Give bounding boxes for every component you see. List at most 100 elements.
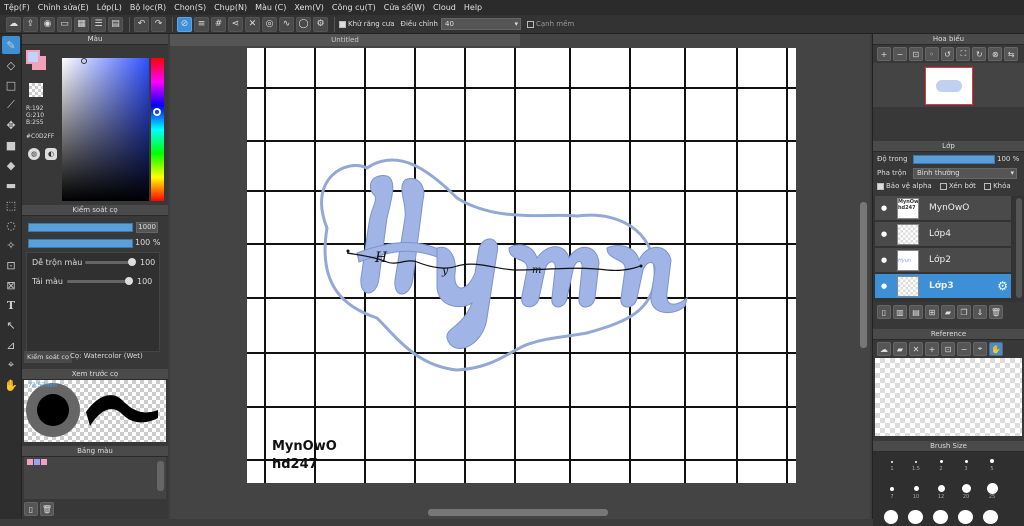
brush-size-cell[interactable]: 2: [936, 466, 946, 472]
eye-icon[interactable]: ●: [879, 229, 889, 239]
transparent-color[interactable]: [29, 83, 43, 97]
bucket-tool-icon[interactable]: ◆: [2, 156, 20, 174]
layer-item[interactable]: ● Lớp4: [875, 222, 1011, 247]
trash-icon[interactable]: 🗑: [40, 502, 54, 516]
horizontal-scrollbar[interactable]: [428, 509, 608, 516]
duplicate-layer-icon[interactable]: ❐: [957, 305, 971, 319]
drawing-canvas[interactable]: H y m MynOwO hd247: [247, 48, 796, 483]
fullscreen-icon[interactable]: ⛶: [956, 47, 971, 61]
brush-opacity-slider[interactable]: [28, 239, 133, 248]
brush-control-tab[interactable]: Kiểm soát cọ: [24, 351, 72, 363]
fit-icon[interactable]: ⊡: [908, 47, 923, 61]
undo-icon[interactable]: ↶: [134, 16, 149, 32]
zoom-in-icon[interactable]: +: [925, 342, 939, 356]
menu-view[interactable]: Xem(V): [294, 3, 324, 12]
rotate-left-icon[interactable]: ↺: [940, 47, 955, 61]
cloud-icon[interactable]: ☁: [6, 16, 21, 32]
layer-opacity-slider[interactable]: [913, 155, 995, 164]
vertical-scrollbar[interactable]: [860, 202, 867, 348]
hand-icon[interactable]: ✋: [989, 342, 1003, 356]
marquee-tool-icon[interactable]: ⬚: [2, 196, 20, 214]
menu-tools[interactable]: Công cụ(T): [332, 3, 376, 12]
new-layer-1bit-icon[interactable]: ▤: [909, 305, 923, 319]
tile-icon[interactable]: ▤: [108, 16, 123, 32]
new-layer-8bit-icon[interactable]: ▥: [893, 305, 907, 319]
palette-swatch[interactable]: [41, 459, 47, 465]
menu-file[interactable]: Tệp(F): [4, 3, 30, 12]
fit-icon[interactable]: ⊡: [941, 342, 955, 356]
menu-help[interactable]: Help: [464, 3, 482, 12]
settings-icon[interactable]: ⚙: [313, 16, 328, 32]
brush-size-cell[interactable]: 7: [887, 494, 897, 500]
brush-size-cell[interactable]: 25: [987, 494, 997, 500]
text-tool-icon[interactable]: T: [2, 296, 20, 314]
brush-size-cell[interactable]: 20: [961, 494, 971, 500]
blend-knob[interactable]: [128, 258, 136, 266]
menu-edit[interactable]: Chỉnh sửa(E): [38, 3, 89, 12]
redo-icon[interactable]: ↷: [151, 16, 166, 32]
pen-tool-icon[interactable]: ⟋: [2, 96, 20, 114]
cross-snap-icon[interactable]: ✕: [245, 16, 260, 32]
document-tab[interactable]: Untitled: [170, 34, 520, 46]
gear-icon[interactable]: ⚙: [997, 279, 1008, 293]
grid-snap-icon[interactable]: #: [211, 16, 226, 32]
eye-icon[interactable]: ●: [879, 281, 889, 291]
merge-down-icon[interactable]: ⇓: [973, 305, 987, 319]
new-file-icon[interactable]: ▯: [24, 502, 38, 516]
layer-scrollbar[interactable]: [1016, 198, 1022, 298]
layer-item-selected[interactable]: ● Lớp3 ⚙: [875, 274, 1011, 299]
list-icon[interactable]: ☰: [91, 16, 106, 32]
select-rect-tool-icon[interactable]: □: [2, 76, 20, 94]
menu-capture[interactable]: Chụp(N): [214, 3, 247, 12]
grid-menu-icon[interactable]: ▦: [74, 16, 89, 32]
palette-swatch[interactable]: [27, 459, 33, 465]
layer-item[interactable]: ● MynOwO hd247 MynOwO: [875, 196, 1011, 221]
divide-tool-icon[interactable]: ⊿: [2, 336, 20, 354]
eye-icon[interactable]: ●: [879, 255, 889, 265]
menu-layer[interactable]: Lớp(L): [97, 3, 122, 12]
eyedropper-tool-icon[interactable]: ⌖: [2, 356, 20, 374]
eyedropper-icon[interactable]: ⌖: [973, 342, 987, 356]
eraser-tool-icon[interactable]: ◇: [2, 56, 20, 74]
eye-icon[interactable]: ●: [879, 203, 889, 213]
fill-rect-tool-icon[interactable]: ■: [2, 136, 20, 154]
refill-slider[interactable]: [67, 280, 131, 283]
zoom-out-icon[interactable]: −: [957, 342, 971, 356]
saturation-value-picker[interactable]: [62, 58, 149, 201]
magic-wand-tool-icon[interactable]: ✧: [2, 236, 20, 254]
menu-window[interactable]: Cửa sổ(W): [384, 3, 425, 12]
folder-icon[interactable]: ▰: [941, 305, 955, 319]
lock-checkbox[interactable]: [984, 182, 992, 190]
foreground-color[interactable]: [26, 50, 40, 64]
brush-size-slider[interactable]: [28, 223, 133, 232]
brush-tool-icon[interactable]: ✎: [2, 36, 20, 54]
layer-item[interactable]: ● Hyun Lớp2: [875, 248, 1011, 273]
lasso-tool-icon[interactable]: ◌: [2, 216, 20, 234]
reference-canvas[interactable]: [875, 358, 1022, 436]
add-layer-menu-icon[interactable]: ⊞: [925, 305, 939, 319]
palette-swatch[interactable]: [34, 459, 40, 465]
comment-icon[interactable]: ▭: [57, 16, 72, 32]
rotate-right-icon[interactable]: ↻: [972, 47, 987, 61]
reset-icon[interactable]: ⊗: [988, 47, 1003, 61]
refill-knob[interactable]: [125, 277, 133, 285]
gradient-tool-icon[interactable]: ▬: [2, 176, 20, 194]
menu-color[interactable]: Màu (C): [255, 3, 286, 12]
speech-icon[interactable]: ◉: [40, 16, 55, 32]
curve-snap-icon[interactable]: ∿: [279, 16, 294, 32]
adjust-select[interactable]: 40 ▾: [441, 18, 521, 30]
circle-snap-icon[interactable]: ◯: [296, 16, 311, 32]
brush-size-cell[interactable]: 12: [936, 494, 946, 500]
protect-alpha-checkbox[interactable]: [877, 182, 884, 190]
brush-size-cell[interactable]: 3: [961, 466, 971, 472]
parallel-snap-icon[interactable]: ≡: [194, 16, 209, 32]
palette-scrollbar[interactable]: [157, 461, 164, 491]
move-tool-icon[interactable]: ✥: [2, 116, 20, 134]
brush-size-cell[interactable]: 1: [887, 466, 897, 472]
menu-select[interactable]: Chọn(S): [174, 3, 206, 12]
no-snap-icon[interactable]: ⊘: [177, 16, 192, 32]
close-icon[interactable]: ✕: [909, 342, 923, 356]
delete-layer-icon[interactable]: 🗑: [989, 305, 1003, 319]
open-folder-icon[interactable]: ▰: [893, 342, 907, 356]
select-pen-tool-icon[interactable]: ⊡: [2, 256, 20, 274]
